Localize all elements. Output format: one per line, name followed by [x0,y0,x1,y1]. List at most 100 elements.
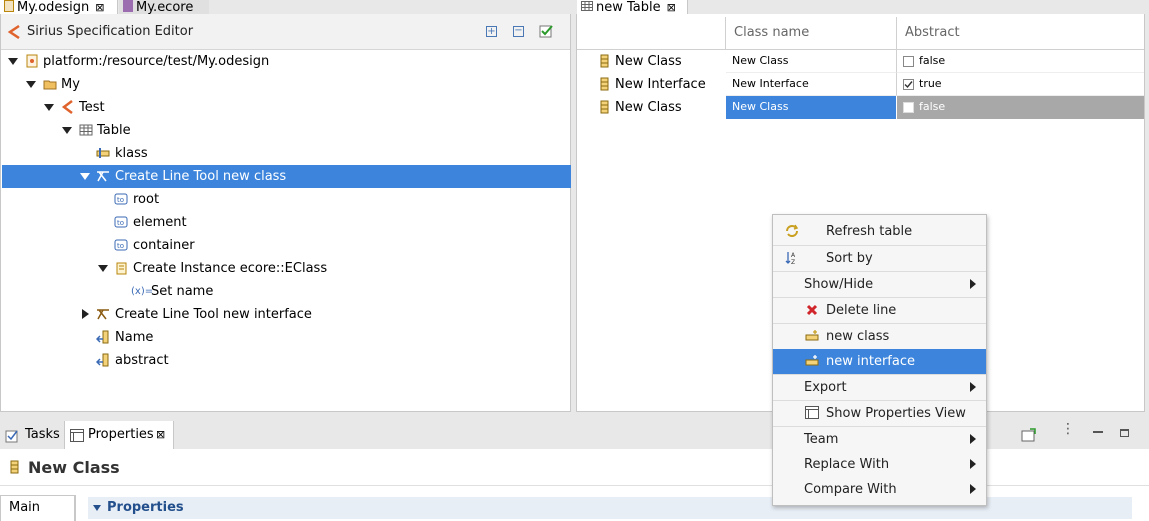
close-icon[interactable]: ⊠ [667,1,676,14]
expanded-arrow-icon[interactable] [62,127,72,134]
menu-item-new-interface[interactable]: new interface [773,349,986,374]
cell-class-name[interactable]: New Class [726,96,896,119]
tree-item-table[interactable]: Table [1,119,570,142]
expanded-arrow-icon[interactable] [26,81,36,88]
svg-text:A: A [791,252,796,259]
tab-new-table[interactable]: new Table ⊠ [577,0,688,15]
viewpoint-icon [61,100,73,114]
sirius-icon [7,25,20,39]
menu-item-compare-with[interactable]: Compare With [773,477,986,502]
tasks-icon [5,430,18,443]
new-line-icon [805,330,819,341]
ecore-file-icon [123,0,133,12]
pin-view-icon[interactable] [1021,428,1037,442]
close-icon[interactable]: ⊠ [156,421,165,449]
viewpoint-folder-icon [43,80,57,90]
expanded-arrow-icon[interactable] [44,104,54,111]
tree-item-label: Set name [151,284,214,299]
svg-text:to: to [117,196,124,204]
tab-my-ecore[interactable]: My.ecore [119,0,209,15]
column-mapping-icon [96,330,109,344]
expand-all-icon[interactable]: + [486,26,497,37]
menu-item-new-class[interactable]: new class [773,324,986,349]
minimize-icon[interactable] [1093,431,1103,433]
menu-item-sort-by[interactable]: AZ Sort by [773,246,986,271]
expanded-arrow-icon[interactable] [8,58,18,65]
properties-icon [805,406,819,419]
submenu-arrow-icon [970,434,976,444]
tree-item-label: klass [115,146,148,161]
side-tab-main[interactable]: Main [0,495,75,521]
tab-my-odesign[interactable]: My.odesign ⊠ [0,0,118,15]
submenu-arrow-icon [970,459,976,469]
view-menu-icon[interactable]: ⋮ [1061,422,1075,436]
expanded-arrow-icon[interactable] [80,173,90,180]
menu-item-label: new class [826,329,890,344]
table-row-selected[interactable]: New Class New Class false [577,96,1144,119]
maximize-icon[interactable] [1120,429,1129,437]
odesign-file-icon [4,0,14,12]
column-header-abstract[interactable]: Abstract [897,17,1144,49]
specification-editor-panel: Sirius Specification Editor + − platform… [0,14,571,412]
cell-class-name[interactable]: New Interface [726,73,897,96]
tree-item-set-name[interactable]: (x)= Set name [1,280,570,303]
tree-item-label: abstract [115,353,169,368]
column-header-class-name[interactable]: Class name [726,17,896,49]
cell-abstract[interactable]: false [897,96,1144,119]
menu-item-refresh-table[interactable]: Refresh table [773,219,986,244]
cell-value: New Interface [732,77,809,90]
cell-abstract[interactable]: false [897,50,1144,73]
table-row[interactable]: New Interface New Interface true [577,73,1144,96]
tree-item-container[interactable]: to container [1,234,570,257]
collapse-all-icon[interactable]: − [513,26,524,37]
properties-icon [70,429,84,442]
tree-item-odesign-resource[interactable]: platform:/resource/test/My.odesign [1,50,570,73]
tree-item-create-line-tool-new-class[interactable]: Create Line Tool new class [2,165,571,188]
table-row[interactable]: New Class New Class false [577,50,1144,73]
expanded-arrow-icon[interactable] [98,265,108,272]
tree-item-test[interactable]: Test [1,96,570,119]
checkbox-checked[interactable] [903,79,914,90]
tree-item-create-instance[interactable]: Create Instance ecore::EClass [1,257,570,280]
submenu-arrow-icon [970,279,976,289]
tree-item-label: platform:/resource/test/My.odesign [43,54,270,69]
menu-item-delete-line[interactable]: Delete line [773,298,986,323]
side-tab-strip [75,495,76,521]
menu-item-label: Refresh table [826,224,913,239]
validate-icon[interactable] [539,24,553,38]
line-icon [10,460,19,474]
cell-value: New Class [732,100,789,113]
line-icon [600,100,609,114]
section-title: Properties [107,500,184,515]
tree-item-element[interactable]: to element [1,211,570,234]
menu-item-export[interactable]: Export [773,375,986,400]
checkbox-unchecked[interactable] [903,56,914,67]
menu-item-team[interactable]: Team [773,427,986,452]
checkbox-unchecked[interactable] [903,102,914,113]
menu-item-show-properties-view[interactable]: Show Properties View [773,401,986,426]
tree-item-klass[interactable]: klass [1,142,570,165]
tree-item-root[interactable]: to root [1,188,570,211]
tree-item-abstract[interactable]: abstract [1,349,570,372]
menu-item-label: Sort by [826,251,873,266]
variable-icon: to [114,216,128,228]
tree-item-create-line-tool-new-interface[interactable]: Create Line Tool new interface [1,303,570,326]
tab-tasks[interactable]: Tasks [0,421,63,449]
side-tab-label: Main [9,500,41,515]
cell-class-name[interactable]: New Class [726,50,897,73]
tree-item-name[interactable]: Name [1,326,570,349]
tab-properties[interactable]: Properties ⊠ [64,421,174,449]
cell-abstract[interactable]: true [897,73,1144,96]
collapsed-arrow-icon[interactable] [82,309,89,319]
odesign-file-icon [26,54,38,68]
row-label: New Interface [615,77,706,92]
new-line-icon [805,355,819,366]
expanded-arrow-icon[interactable] [93,505,101,511]
menu-item-label: Compare With [804,482,897,497]
menu-item-show-hide[interactable]: Show/Hide [773,272,986,297]
svg-text:Z: Z [791,259,795,265]
tree-item-my[interactable]: My [1,73,570,96]
menu-item-replace-with[interactable]: Replace With [773,452,986,477]
tab-label: Properties [88,427,154,442]
close-icon[interactable]: ⊠ [95,1,104,14]
